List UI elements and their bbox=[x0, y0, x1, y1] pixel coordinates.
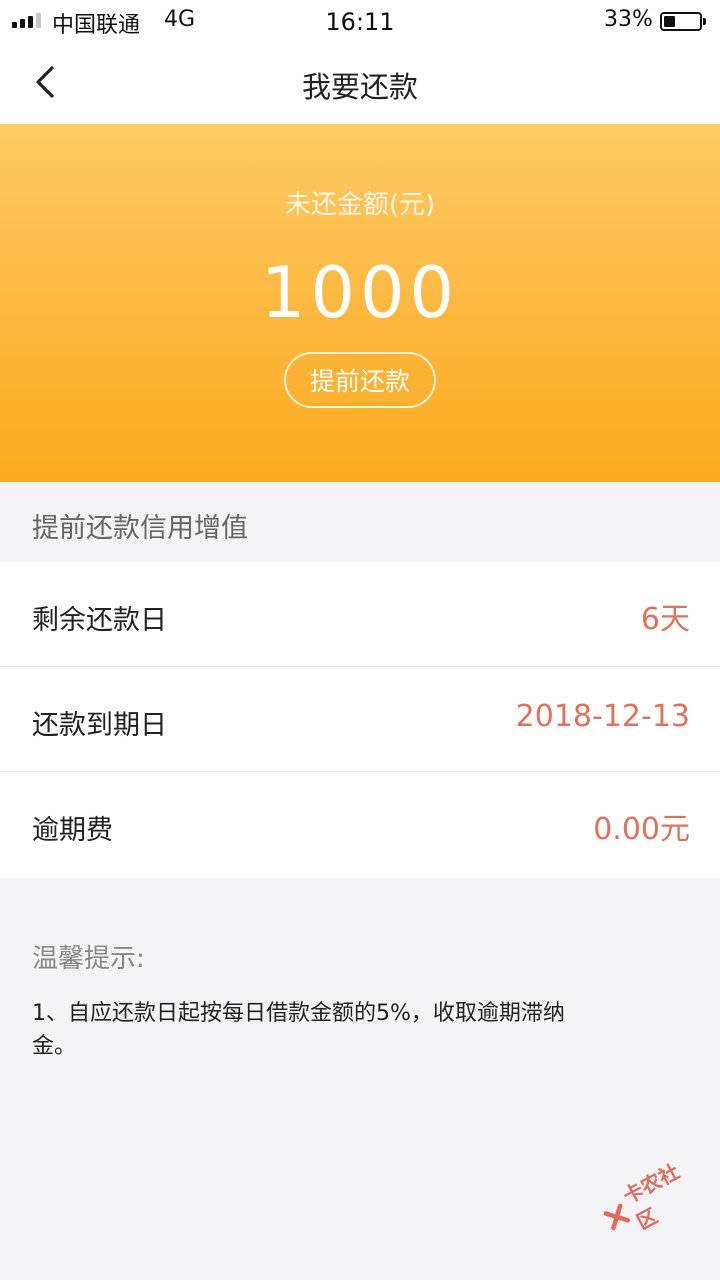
battery-percent: 33% bbox=[604, 7, 653, 32]
watermark: 卡农社区 bbox=[593, 1150, 709, 1248]
tips-body: 1、自应还款日起按每日借款金额的5%，收取逾期滞纳金。 bbox=[32, 1001, 565, 1059]
page-title: 我要还款 bbox=[301, 70, 418, 104]
outstanding-amount-label: 未还金额(元) bbox=[284, 190, 436, 220]
outstanding-amount-card: 未还金额(元) 1000 提前还款 bbox=[0, 124, 720, 482]
info-row-remaining-days: 剩余还款日 6天 bbox=[0, 562, 720, 667]
row-label: 还款到期日 bbox=[32, 710, 167, 741]
row-value: 2018-12-13 bbox=[515, 699, 690, 734]
prepay-button[interactable]: 提前还款 bbox=[284, 352, 436, 408]
row-value: 0.00元 bbox=[593, 812, 690, 847]
battery-icon bbox=[660, 12, 706, 31]
row-value: 6天 bbox=[640, 602, 690, 637]
section-header-label: 提前还款信用增值 bbox=[32, 513, 248, 544]
section-header: 提前还款信用增值 bbox=[0, 482, 720, 562]
outstanding-amount-value: 1000 bbox=[260, 252, 460, 334]
nav-bar: 我要还款 bbox=[0, 40, 720, 124]
row-label: 剩余还款日 bbox=[32, 605, 167, 636]
battery-level-fill bbox=[664, 16, 676, 27]
info-row-overdue-fee: 逾期费 0.00元 bbox=[0, 772, 720, 878]
tips-title: 温馨提示: bbox=[32, 944, 145, 974]
row-label: 逾期费 bbox=[32, 815, 113, 846]
info-row-due-date: 还款到期日 2018-12-13 bbox=[0, 667, 720, 772]
tips-section: 温馨提示: 1、自应还款日起按每日借款金额的5%，收取逾期滞纳金。 bbox=[32, 938, 652, 1063]
status-bar: 中国联通 4G 16:11 33% bbox=[0, 0, 720, 40]
repayment-info-list: 剩余还款日 6天 还款到期日 2018-12-13 逾期费 0.00元 bbox=[0, 562, 720, 878]
